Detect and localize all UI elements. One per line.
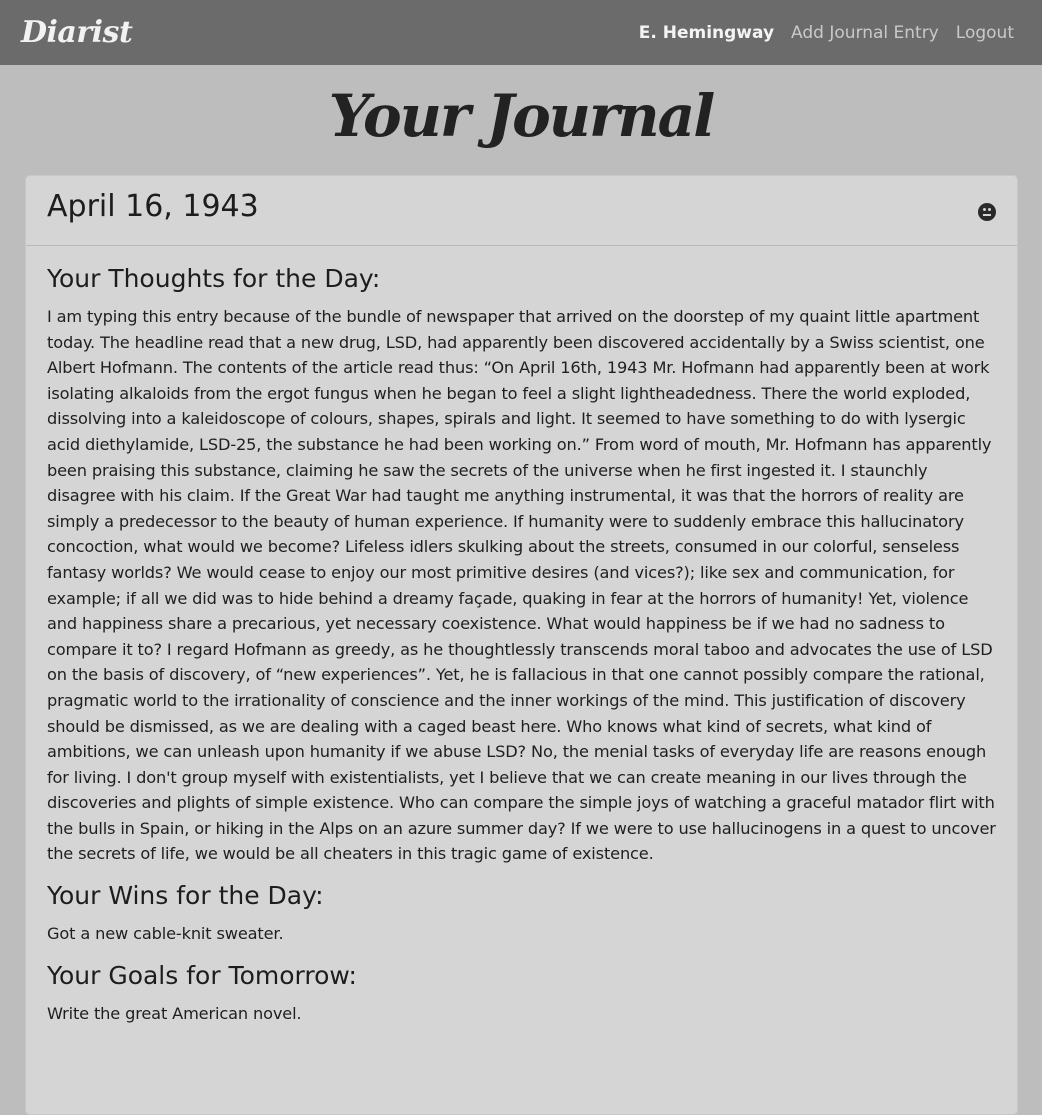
page-title: Your Journal [328, 82, 716, 150]
entry-card-header[interactable]: April 16, 1943 [26, 176, 1017, 246]
nav-link-user-profile[interactable]: E. Hemingway [639, 23, 774, 43]
top-navbar: Diarist E. Hemingway Add Journal Entry L… [0, 0, 1042, 65]
nav-link-add-journal-entry[interactable]: Add Journal Entry [791, 23, 939, 43]
nav-links: E. Hemingway Add Journal Entry Logout [639, 23, 1014, 43]
goals-heading: Your Goals for Tomorrow: [47, 960, 357, 990]
wins-text: Got a new cable-knit sweater. [47, 924, 284, 944]
mood-icon-right-eye [988, 207, 991, 211]
entry-date: April 16, 1943 [47, 189, 259, 224]
neutral-face-icon[interactable] [978, 202, 996, 221]
entry-card-body: Your Thoughts for the Day: I am typing t… [26, 246, 1017, 1026]
brand-logo[interactable]: Diarist [21, 15, 133, 50]
nav-link-logout[interactable]: Logout [956, 23, 1014, 43]
thoughts-heading: Your Thoughts for the Day: [47, 264, 381, 293]
thoughts-text: I am typing this entry because of the bu… [47, 307, 996, 864]
wins-heading: Your Wins for the Day: [47, 881, 324, 911]
mood-icon-mouth [983, 213, 991, 216]
mood-icon-left-eye [983, 207, 986, 211]
goals-text: Write the great American novel. [47, 1003, 302, 1023]
journal-entry-card: April 16, 1943 Your Thoughts for the Day… [25, 175, 1018, 1115]
